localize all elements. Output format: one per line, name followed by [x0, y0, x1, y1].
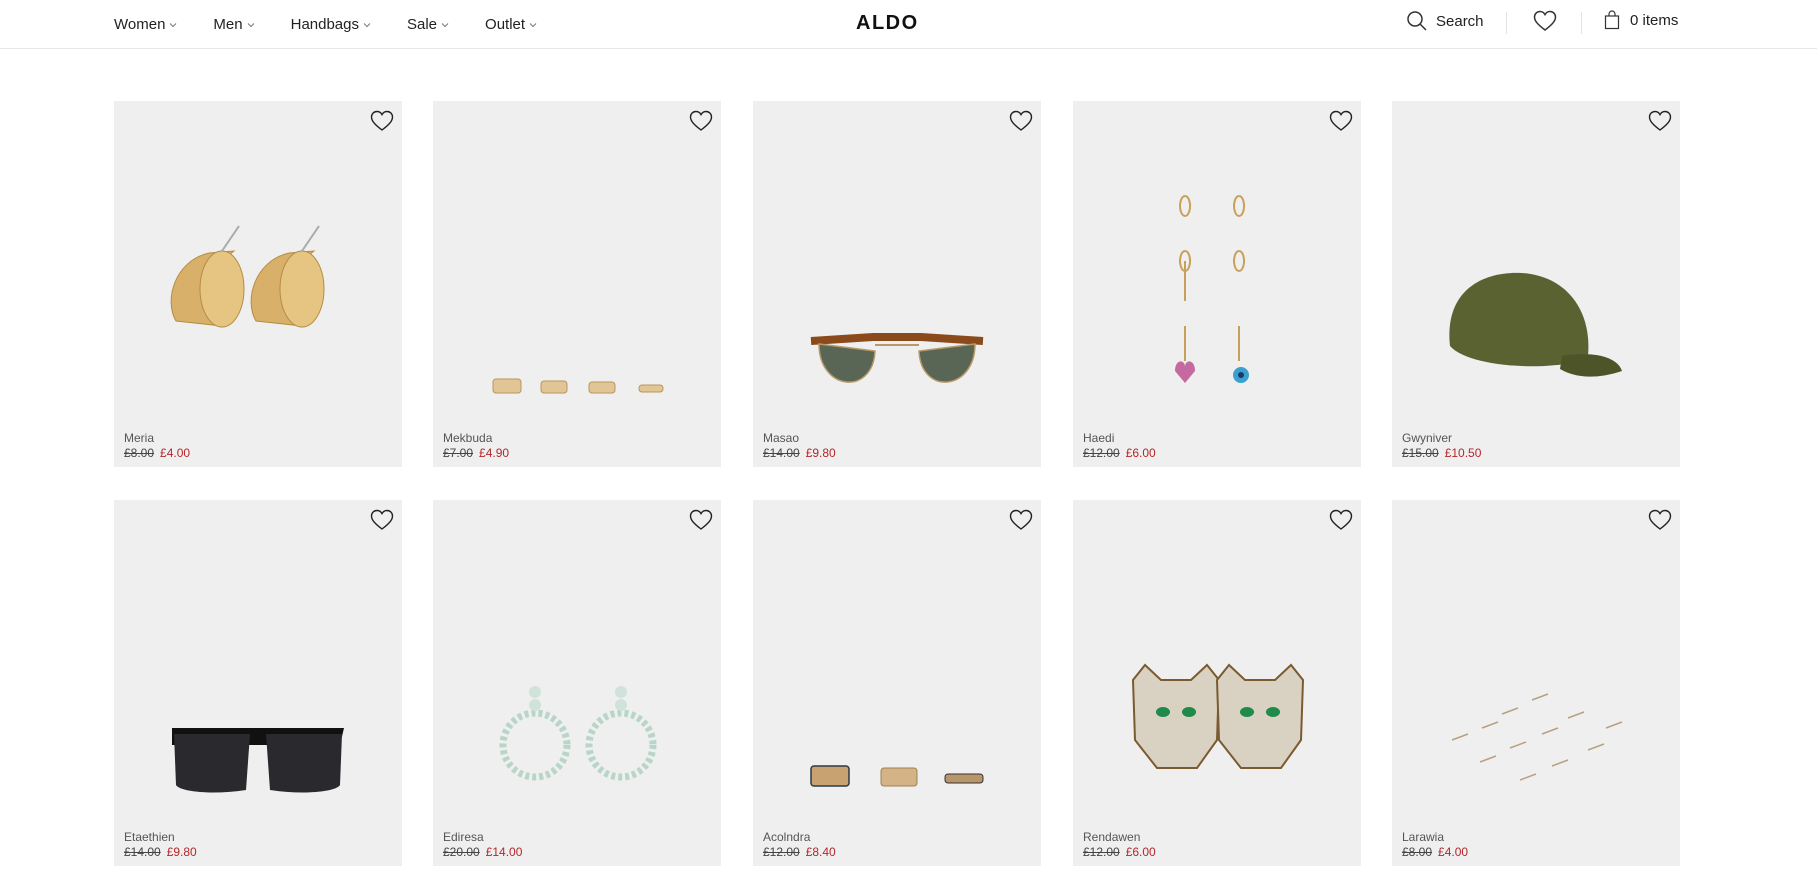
wishlist-heart-icon[interactable] [689, 109, 713, 133]
sale-price: £4.00 [160, 446, 191, 460]
product-image-stud-earrings [1451, 693, 1623, 781]
wishlist-heart-icon[interactable] [1009, 109, 1033, 133]
sale-price: £9.80 [805, 446, 836, 460]
product-image-gold-rings [492, 378, 664, 394]
header-divider [1506, 12, 1507, 34]
product-name[interactable]: Gwyniver [1402, 431, 1481, 446]
product-card-rendawen[interactable]: Rendawen £12.00 £6.00 [1073, 500, 1361, 866]
chevron-down-icon [247, 22, 254, 27]
product-card-masao[interactable]: Masao £14.00 £9.80 [753, 101, 1041, 467]
product-name[interactable]: Acolndra [763, 830, 836, 845]
nav-women-label: Women [114, 16, 166, 33]
search-icon [1407, 11, 1427, 31]
original-price: £8.00 [1402, 845, 1433, 859]
wishlist-button[interactable] [1533, 10, 1557, 32]
product-card-meria[interactable]: Meria £8.00 £4.00 [114, 101, 402, 467]
original-price: £20.00 [443, 845, 480, 859]
wishlist-heart-icon[interactable] [1009, 508, 1033, 532]
search-label: Search [1436, 12, 1484, 30]
bag-button[interactable]: 0 items [1604, 10, 1678, 30]
product-name[interactable]: Masao [763, 431, 836, 446]
product-info: Haedi £12.00 £6.00 [1083, 431, 1156, 461]
product-image-black-sunglasses [172, 728, 344, 793]
nav-men-label: Men [213, 16, 243, 33]
chevron-down-icon [529, 22, 537, 27]
shopping-bag-icon [1604, 10, 1620, 30]
sale-price: £9.80 [166, 845, 197, 859]
product-image-olive-cap [1449, 272, 1622, 377]
site-header: Women Men Handbags Sale Outlet ALDO Sear… [0, 0, 1817, 49]
chevron-down-icon [170, 22, 177, 27]
product-info: Acolndra £12.00 £8.40 [763, 830, 836, 860]
wishlist-heart-icon[interactable] [689, 508, 713, 532]
product-image-stacked-rings [810, 765, 984, 787]
original-price: £12.00 [763, 845, 800, 859]
product-name[interactable]: Ediresa [443, 830, 522, 845]
heart-icon [1533, 10, 1557, 31]
header-divider [1581, 12, 1582, 34]
wishlist-heart-icon[interactable] [370, 109, 394, 133]
product-info: Meria £8.00 £4.00 [124, 431, 190, 461]
sale-price: £14.00 [485, 845, 523, 859]
product-image-gold-hoop-earrings [170, 225, 325, 328]
sale-price: £8.40 [805, 845, 836, 859]
original-price: £15.00 [1402, 446, 1439, 460]
nav-outlet-label: Outlet [485, 16, 526, 33]
product-name[interactable]: Etaethien [124, 830, 197, 845]
product-card-gwyniver[interactable]: Gwyniver £15.00 £10.50 [1392, 101, 1680, 467]
product-name[interactable]: Larawia [1402, 830, 1468, 845]
nav-outlet[interactable]: Outlet [485, 16, 537, 33]
nav-women[interactable]: Women [114, 16, 177, 33]
product-info: Etaethien £14.00 £9.80 [124, 830, 197, 860]
product-image-crystal-hoop-earrings [499, 686, 657, 781]
product-info: Larawia £8.00 £4.00 [1402, 830, 1468, 860]
nav-men[interactable]: Men [213, 16, 254, 33]
sale-price: £6.00 [1125, 446, 1156, 460]
wishlist-heart-icon[interactable] [1648, 508, 1672, 532]
product-name[interactable]: Meria [124, 431, 190, 446]
product-card-etaethien[interactable]: Etaethien £14.00 £9.80 [114, 500, 402, 866]
product-image-tortoise-sunglasses [810, 333, 984, 383]
product-card-mekbuda[interactable]: Mekbuda £7.00 £4.90 [433, 101, 721, 467]
original-price: £14.00 [124, 845, 161, 859]
product-card-acolndra[interactable]: Acolndra £12.00 £8.40 [753, 500, 1041, 866]
main-nav: Women Men Handbags Sale Outlet [114, 16, 573, 33]
original-price: £14.00 [763, 446, 800, 460]
wishlist-heart-icon[interactable] [1329, 109, 1353, 133]
product-info: Gwyniver £15.00 £10.50 [1402, 431, 1481, 461]
bag-count: 0 items [1630, 11, 1679, 29]
product-card-larawia[interactable]: Larawia £8.00 £4.00 [1392, 500, 1680, 866]
search-button[interactable]: Search [1406, 10, 1484, 32]
wishlist-heart-icon[interactable] [1329, 508, 1353, 532]
nav-sale[interactable]: Sale [407, 16, 449, 33]
aldo-logo[interactable]: ALDO [856, 12, 919, 35]
nav-handbags[interactable]: Handbags [291, 16, 371, 33]
product-name[interactable]: Haedi [1083, 431, 1156, 446]
product-image-earring-set [1175, 195, 1249, 383]
chevron-down-icon [363, 22, 371, 27]
sale-price: £10.50 [1444, 446, 1482, 460]
product-info: Ediresa £20.00 £14.00 [443, 830, 522, 860]
original-price: £12.00 [1083, 446, 1120, 460]
nav-handbags-label: Handbags [290, 16, 359, 33]
wishlist-heart-icon[interactable] [370, 508, 394, 532]
product-name[interactable]: Rendawen [1083, 830, 1156, 845]
product-card-ediresa[interactable]: Ediresa £20.00 £14.00 [433, 500, 721, 866]
sale-price: £4.00 [1438, 845, 1469, 859]
wishlist-heart-icon[interactable] [1648, 109, 1672, 133]
original-price: £7.00 [443, 446, 474, 460]
product-name[interactable]: Mekbuda [443, 431, 509, 446]
product-info: Masao £14.00 £9.80 [763, 431, 836, 461]
original-price: £12.00 [1083, 845, 1120, 859]
product-image-panther-earrings [1131, 663, 1305, 769]
sale-price: £4.90 [479, 446, 510, 460]
product-info: Rendawen £12.00 £6.00 [1083, 830, 1156, 860]
product-info: Mekbuda £7.00 £4.90 [443, 431, 509, 461]
original-price: £8.00 [124, 446, 155, 460]
sale-price: £6.00 [1125, 845, 1156, 859]
chevron-down-icon [441, 22, 449, 27]
product-card-haedi[interactable]: Haedi £12.00 £6.00 [1073, 101, 1361, 467]
nav-sale-label: Sale [407, 16, 438, 33]
